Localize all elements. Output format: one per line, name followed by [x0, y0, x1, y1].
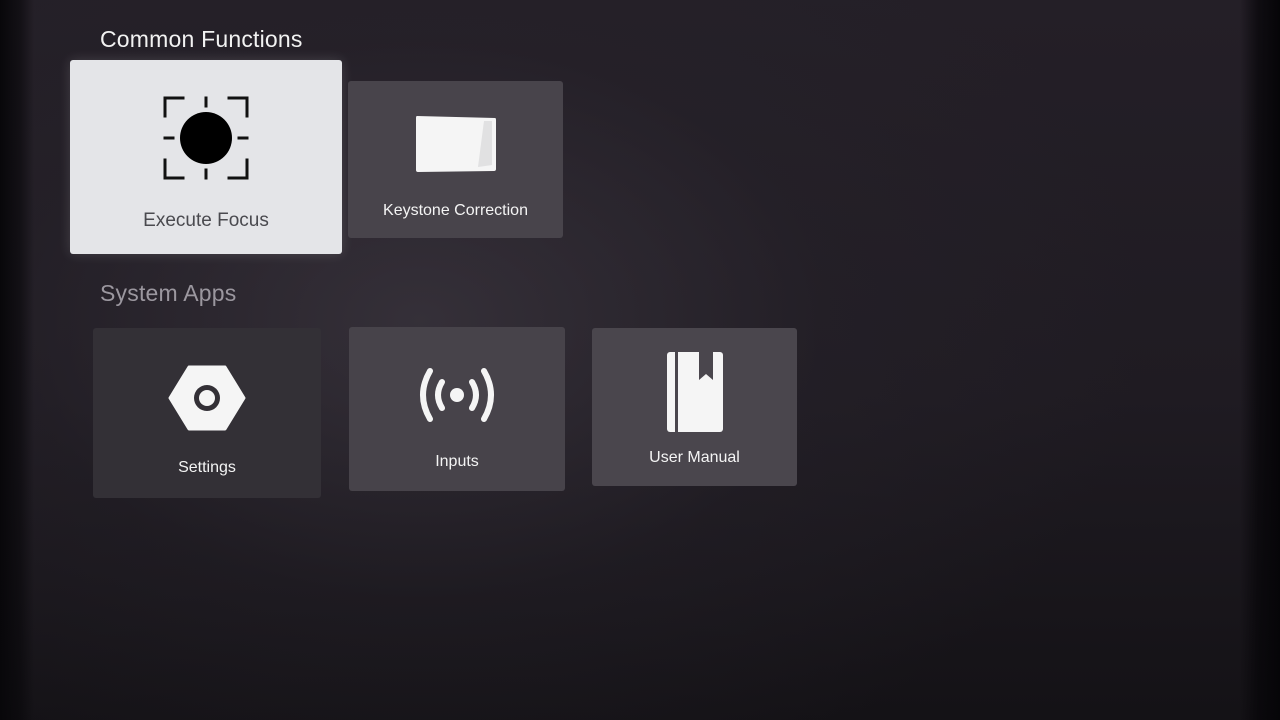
tile-inputs[interactable]: Inputs: [349, 327, 565, 491]
projection-edge-left: [0, 0, 34, 720]
focus-target-icon: [163, 96, 249, 185]
tile-label: Inputs: [435, 453, 479, 470]
signal-broadcast-icon: [414, 365, 500, 430]
book-icon: [665, 350, 725, 439]
tile-label: Execute Focus: [143, 210, 269, 231]
gear-hexagon-icon: [168, 364, 246, 437]
tile-label: User Manual: [649, 449, 740, 466]
section-title-system-apps: System Apps: [100, 280, 237, 306]
tile-user-manual[interactable]: User Manual: [592, 328, 797, 486]
projection-edge-right: [1240, 0, 1280, 720]
launcher-screen: Common Functions Execute Focus Keystone …: [0, 0, 1280, 720]
tile-keystone-correction[interactable]: Keystone Correction: [348, 81, 563, 238]
tile-label: Keystone Correction: [383, 202, 528, 219]
tile-settings[interactable]: Settings: [93, 328, 321, 498]
tile-execute-focus[interactable]: Execute Focus: [70, 60, 342, 254]
section-title-common-functions: Common Functions: [100, 26, 303, 52]
keystone-screen-icon: [414, 113, 498, 180]
tile-label: Settings: [178, 459, 236, 476]
